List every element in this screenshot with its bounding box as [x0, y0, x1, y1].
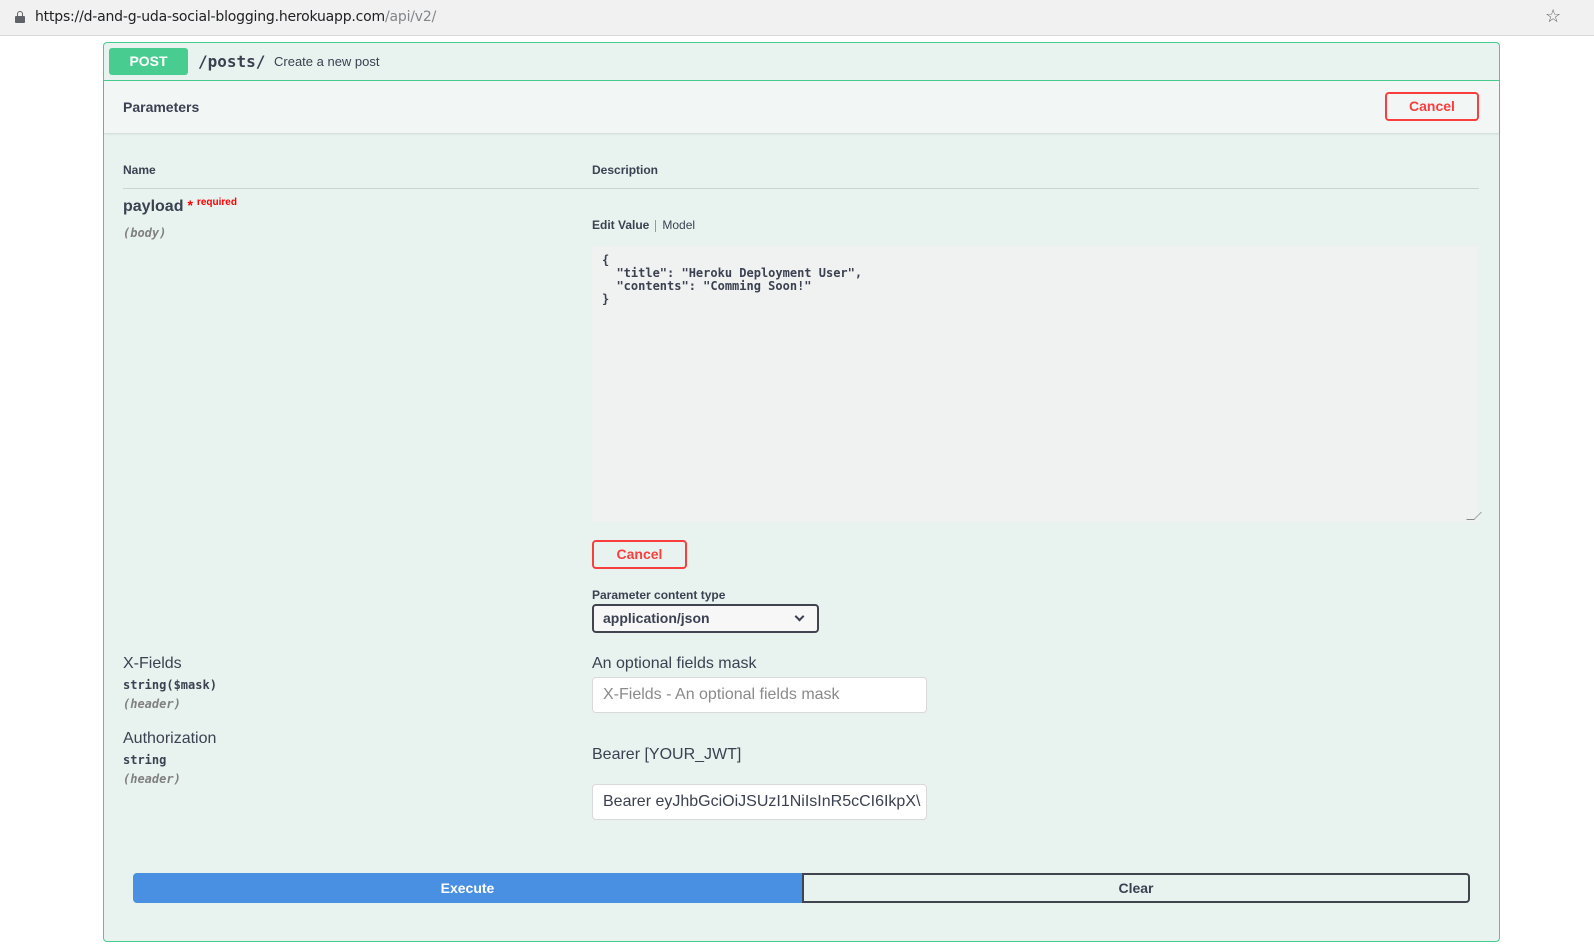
operation-block-post-posts: POST /posts/ Create a new post Parameter… — [103, 42, 1500, 942]
operation-summary-text: Create a new post — [274, 54, 380, 69]
operation-path: /posts/ — [198, 52, 266, 71]
url-field[interactable]: https://d-and-g-uda-social-blogging.hero… — [35, 9, 436, 25]
authorization-input[interactable]: Bearer eyJhbGciOiJSUzI1NiIsInR5cCI6IkpX\ — [592, 784, 927, 820]
tab-separator — [655, 219, 657, 232]
authorization-description: Bearer [YOUR_JWT] — [592, 746, 742, 763]
param-in-payload: (body) — [123, 226, 167, 240]
param-type-xfields: string($mask) — [123, 678, 217, 692]
param-type-authorization: string — [123, 753, 167, 767]
content-type-label: Parameter content type — [592, 588, 726, 602]
url-host: https://d-and-g-uda-social-blogging.hero… — [35, 9, 385, 25]
payload-cancel-button[interactable]: Cancel — [592, 540, 687, 569]
xfields-description: An optional fields mask — [592, 655, 757, 672]
content-type-select[interactable]: application/json — [592, 604, 819, 633]
method-badge: POST — [109, 48, 188, 75]
param-in-authorization: (header) — [123, 772, 181, 786]
execute-clear-group: Execute Clear — [133, 873, 1470, 903]
required-star: * — [187, 197, 193, 213]
column-divider — [123, 188, 1479, 189]
xfields-input[interactable]: X-Fields - An optional fields mask — [592, 677, 927, 713]
column-header-name: Name — [123, 163, 156, 177]
bookmark-star-icon[interactable]: ☆ — [1545, 6, 1561, 27]
payload-body-textarea[interactable]: { "title": "Heroku Deployment User", "co… — [592, 246, 1479, 522]
param-name-xfields: X-Fields — [123, 655, 182, 672]
content-type-value: application/json — [603, 610, 710, 626]
payload-tabs: Edit Value Model — [592, 218, 695, 232]
parameters-header: Parameters Cancel — [104, 81, 1499, 133]
try-out-cancel-button[interactable]: Cancel — [1385, 92, 1479, 121]
execute-button[interactable]: Execute — [133, 873, 802, 903]
tab-edit-value[interactable]: Edit Value — [592, 218, 649, 232]
tab-model[interactable]: Model — [662, 218, 695, 232]
required-label: required — [196, 197, 237, 208]
url-path: /api/v2/ — [384, 9, 437, 25]
browser-address-bar: https://d-and-g-uda-social-blogging.hero… — [0, 0, 1594, 36]
lock-icon[interactable] — [15, 11, 25, 23]
param-name-payload: payload * required — [123, 197, 237, 215]
parameters-title: Parameters — [123, 99, 200, 115]
operation-summary[interactable]: POST /posts/ Create a new post — [104, 43, 1499, 81]
clear-button[interactable]: Clear — [802, 873, 1470, 903]
param-name-authorization: Authorization — [123, 730, 217, 747]
chevron-down-icon — [794, 611, 805, 622]
column-header-description: Description — [592, 163, 659, 177]
param-in-xfields: (header) — [123, 697, 181, 711]
